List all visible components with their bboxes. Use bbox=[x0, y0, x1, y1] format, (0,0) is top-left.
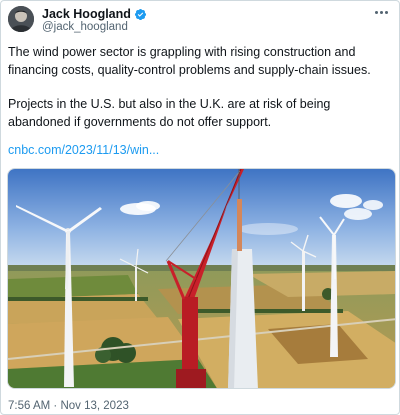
tweet-time: 7:56 AM bbox=[8, 400, 51, 412]
tweet-timestamp[interactable]: 7:56 AM · Nov 13, 2023 bbox=[8, 400, 129, 412]
timestamp-separator: · bbox=[53, 400, 58, 412]
tweet-date: Nov 13, 2023 bbox=[60, 400, 129, 412]
article-link[interactable]: cnbc.com/2023/11/13/win... bbox=[8, 143, 159, 157]
author-handle[interactable]: @jack_hoogland bbox=[42, 21, 128, 33]
author-name-row: Jack Hoogland bbox=[42, 6, 147, 22]
author-name[interactable]: Jack Hoogland bbox=[42, 7, 131, 21]
tweet-text-paragraph-2: Projects in the U.S. but also in the U.K… bbox=[8, 97, 331, 129]
tweet-card: Jack Hoogland @jack_hoogland The wind po… bbox=[0, 0, 400, 415]
more-options-icon[interactable] bbox=[371, 5, 391, 19]
verified-badge-icon bbox=[134, 8, 146, 20]
avatar[interactable] bbox=[8, 6, 34, 32]
tweet-photo[interactable] bbox=[7, 168, 396, 389]
wind-farm-photo bbox=[8, 169, 395, 388]
tweet-text-paragraph-1: The wind power sector is grappling with … bbox=[8, 45, 371, 77]
